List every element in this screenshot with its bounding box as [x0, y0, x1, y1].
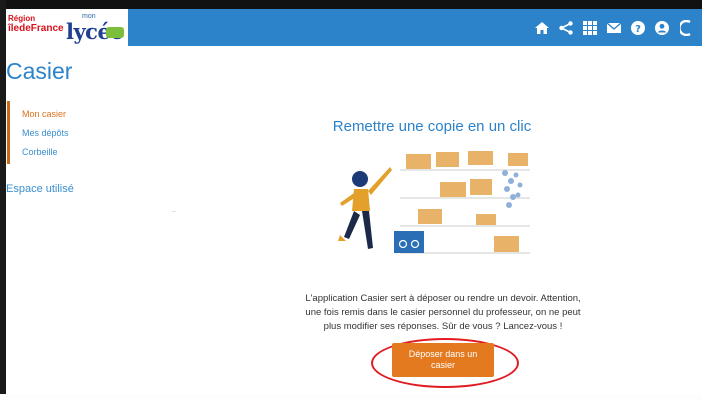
apps-grid-icon[interactable] — [578, 16, 602, 40]
region-logo-line2: îledeFrance — [8, 23, 64, 34]
deposit-button[interactable]: Déposer dans un casier — [392, 343, 494, 377]
sidebar-item-mes-depots[interactable]: Mes dépôts — [22, 128, 69, 138]
page-title: Casier — [6, 58, 73, 84]
app-logo[interactable]: Région îledeFrance mon lycée — [6, 9, 128, 46]
region-logo-line1: Région — [8, 14, 36, 23]
mail-icon[interactable] — [602, 16, 626, 40]
logo-badge — [106, 27, 124, 38]
photo-frame-bottom — [0, 394, 702, 401]
top-navigation-bar: Région îledeFrance mon lycée ? — [6, 9, 702, 46]
sidebar-active-indicator — [7, 101, 10, 164]
home-icon[interactable] — [530, 16, 554, 40]
storage-usage-value: ·· — [172, 209, 176, 215]
header-icons: ? — [530, 9, 698, 46]
help-icon[interactable]: ? — [626, 16, 650, 40]
main-heading: Remettre une copie en un clic — [332, 118, 532, 135]
share-icon[interactable] — [554, 16, 578, 40]
description-text: L'application Casier sert à déposer ou r… — [305, 293, 581, 332]
region-logo: Région îledeFrance — [8, 14, 64, 35]
sidebar-item-corbeille[interactable]: Corbeille — [22, 147, 58, 157]
svg-text:?: ? — [635, 24, 641, 35]
logout-icon[interactable] — [674, 16, 698, 40]
user-icon[interactable] — [650, 16, 674, 40]
sidebar-item-mon-casier[interactable]: Mon casier — [22, 109, 66, 119]
storage-usage-heading: Espace utilisé — [6, 183, 74, 195]
lockers-illustration — [338, 151, 530, 254]
photo-frame-top — [0, 0, 702, 9]
